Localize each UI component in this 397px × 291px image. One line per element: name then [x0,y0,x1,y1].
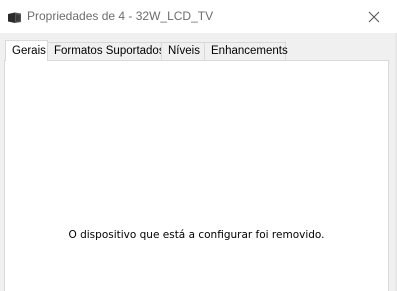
window-title: Propriedades de 4 - 32W_LCD_TV [27,9,214,23]
device-removed-message: O dispositivo que está a configurar foi … [68,229,325,241]
tab-strip: Gerais Formatos Suportados Níveis Enhanc… [0,33,397,61]
general-tab-panel: O dispositivo que está a configurar foi … [4,60,389,291]
tab-enhancements[interactable]: Enhancements [204,42,288,60]
close-icon [368,11,380,23]
tab-niveis[interactable]: Níveis [161,42,205,60]
tab-formatos-suportados[interactable]: Formatos Suportados [47,42,165,60]
tab-label: Enhancements [211,45,288,57]
tab-label: Níveis [168,45,200,57]
properties-window: Propriedades de 4 - 32W_LCD_TV Gerais Fo… [0,0,397,291]
tab-label: Formatos Suportados [54,45,165,57]
close-button[interactable] [351,0,397,33]
device-icon [7,11,22,23]
title-bar[interactable]: Propriedades de 4 - 32W_LCD_TV [0,0,397,33]
tab-label: Gerais [12,45,46,57]
tab-gerais[interactable]: Gerais [5,40,48,61]
